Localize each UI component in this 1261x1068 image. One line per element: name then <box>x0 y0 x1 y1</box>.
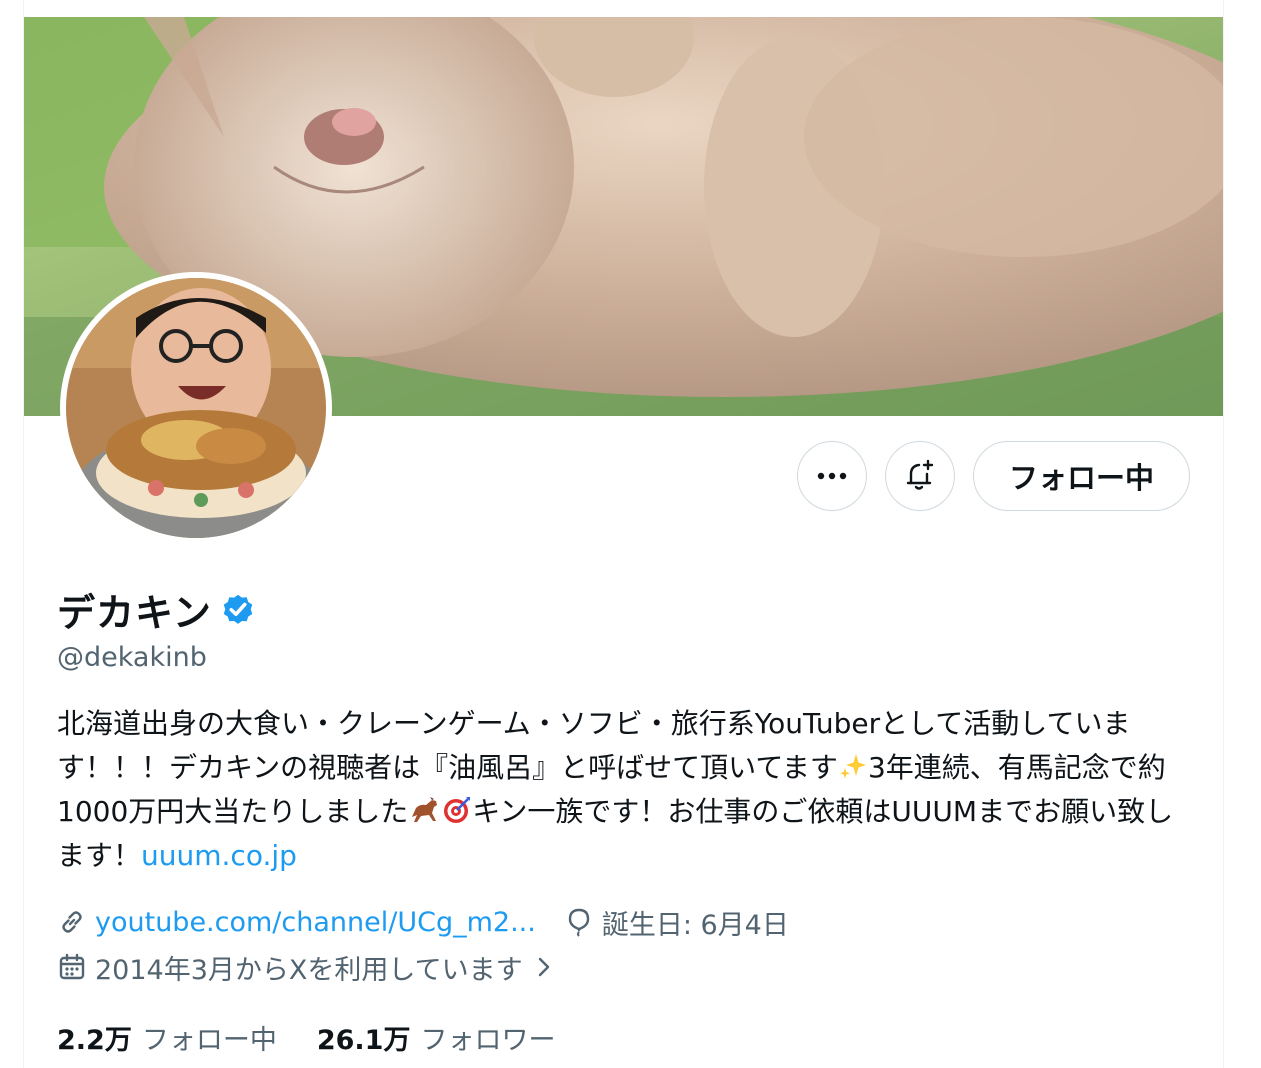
following-button[interactable]: フォロー中 <box>973 441 1190 511</box>
joined-text: 2014年3月からXを利用しています <box>95 954 523 986</box>
following-button-label: フォロー中 <box>1008 461 1154 495</box>
top-strip <box>24 0 1223 17</box>
profile-avatar[interactable] <box>60 272 332 544</box>
more-horizontal-icon <box>817 472 847 480</box>
following-count: 2.2万 <box>57 1024 132 1056</box>
website-link[interactable]: youtube.com/channel/UCg_m2... <box>95 907 536 938</box>
balloon-icon <box>568 908 590 937</box>
meta-row-1: youtube.com/channel/UCg_m2... 誕生日: 6月4日 <box>57 902 817 942</box>
name-row: デカキン <box>57 582 256 636</box>
bio-link[interactable]: uuum.co.jp <box>141 839 297 872</box>
birthday-item: 誕生日: 6月4日 <box>564 903 789 942</box>
link-icon <box>62 911 82 933</box>
chevron-right-icon <box>538 957 549 977</box>
meta-row-2: 2014年3月からXを利用しています <box>57 947 585 987</box>
followers-stat[interactable]: 26.1万 フォロワー <box>317 1018 556 1057</box>
more-button[interactable] <box>797 441 867 511</box>
avatar-image <box>66 278 326 538</box>
bell-plus-icon <box>906 459 934 490</box>
profile-handle: @dekakinb <box>57 642 207 673</box>
following-label: フォロー中 <box>141 1024 277 1056</box>
profile-panel: フォロー中 デカキン @dekakinb 北海道出身の大食い・クレーンゲーム・ソ… <box>23 0 1224 1068</box>
sparkles-icon <box>839 754 866 779</box>
following-stat[interactable]: 2.2万 フォロー中 <box>57 1018 277 1057</box>
display-name: デカキン <box>57 590 212 635</box>
profile-bio: 北海道出身の大食い・クレーンゲーム・ソフビ・旅行系YouTuberとして活動して… <box>57 702 1197 878</box>
birthday-text: 誕生日: 6月4日 <box>601 909 789 941</box>
website-item[interactable]: youtube.com/channel/UCg_m2... <box>57 907 536 938</box>
verified-badge-icon[interactable] <box>220 591 256 627</box>
joined-item[interactable]: 2014年3月からXを利用しています <box>57 948 557 987</box>
followers-label: フォロワー <box>420 1024 556 1056</box>
horse-icon <box>412 797 438 822</box>
notify-button[interactable] <box>885 441 955 511</box>
follow-stats: 2.2万 フォロー中 26.1万 フォロワー <box>57 1016 595 1058</box>
calendar-icon <box>59 953 85 980</box>
followers-count: 26.1万 <box>316 1024 411 1056</box>
target-icon <box>444 797 471 823</box>
